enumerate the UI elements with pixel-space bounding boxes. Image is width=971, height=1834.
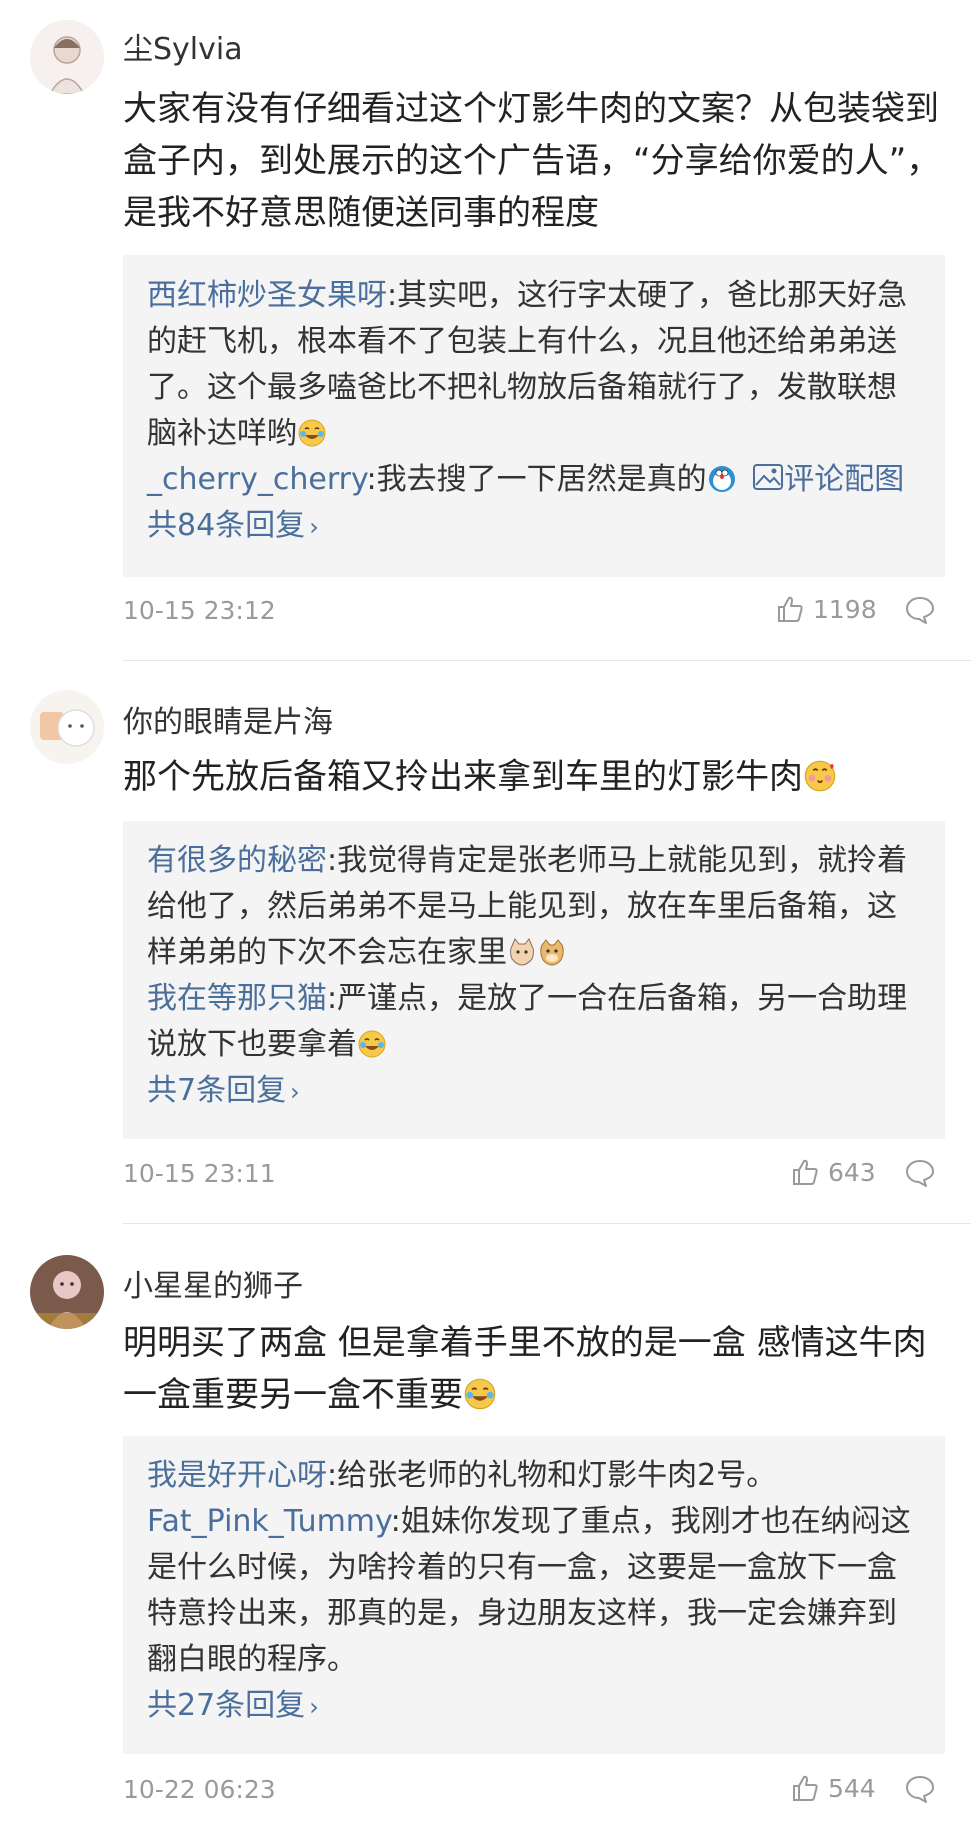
timestamp: 10-15 23:11 [123,1159,276,1188]
reply-username[interactable]: 西红柿炒圣女果呀 [147,278,387,313]
avatar-image-icon [30,690,104,764]
divider [123,660,971,661]
more-replies-link[interactable]: 共84条回复 › [123,503,945,550]
reply-bubble-icon[interactable] [904,595,936,625]
laugh-cry-emoji-icon [464,1378,496,1410]
reply-text: :我去搜了一下居然是真的 [366,462,707,497]
love-kiss-emoji-icon [804,760,836,792]
timestamp: 10-15 23:12 [123,596,276,625]
avatar-image-icon [30,1255,104,1329]
reply-box[interactable]: 有很多的秘密:我觉得肯定是张老师马上就能见到，就拎着给他了，然后弟弟不是马上能见… [123,821,945,1139]
like-count: 1198 [813,594,877,624]
reply-item[interactable]: 西红柿炒圣女果呀:其实吧，这行字太硬了，爸比那天好急的赶飞机，根本看不了包装上有… [123,273,945,457]
avatar[interactable] [30,690,104,764]
more-replies-label: 共27条回复 [147,1688,306,1723]
like-count: 544 [828,1773,876,1803]
comment-body-text: 那个先放后备箱又拎出来拿到车里的灯影牛肉 [123,757,803,797]
timestamp: 10-22 06:23 [123,1775,276,1804]
like-button[interactable]: 643 [790,1157,876,1187]
image-icon [753,464,784,490]
avatar[interactable] [30,20,104,94]
username[interactable]: 你的眼睛是片海 [123,697,333,741]
comment-body: 那个先放后备箱又拎出来拿到车里的灯影牛肉 [123,751,943,803]
avatar[interactable] [30,1255,104,1329]
reply-item[interactable]: 我是好开心呀:给张老师的礼物和灯影牛肉2号。 [123,1453,945,1499]
reply-item[interactable]: 我在等那只猫:严谨点，是放了一合在后备箱，另一合助理说放下也要拿着 [123,976,945,1068]
comment-body-text: 明明买了两盒 但是拿着手里不放的是一盒 感情这牛肉一盒重要另一盒不重要 [123,1323,927,1415]
reply-bubble-icon[interactable] [904,1158,936,1188]
like-count: 643 [828,1157,876,1187]
more-replies-label: 共7条回复 [147,1073,287,1108]
reply-item[interactable]: Fat_Pink_Tummy:姐妹你发现了重点，我刚才也在纳闷这是什么时候，为啥… [123,1499,945,1683]
reply-username[interactable]: _cherry_cherry [147,462,367,497]
cat-emoji-icon [510,938,534,966]
chevron-right-icon: › [309,1693,319,1721]
more-replies-label: 共84条回复 [147,508,306,543]
comment-image-label: 评论配图 [784,462,905,497]
username[interactable]: 尘Sylvia [123,24,243,68]
avatar-image-icon [30,20,104,94]
reply-item[interactable]: _cherry_cherry:我去搜了一下居然是真的 评论配图 [123,457,945,503]
reply-username[interactable]: Fat_Pink_Tummy [147,1504,391,1539]
reply-box[interactable]: 西红柿炒圣女果呀:其实吧，这行字太硬了，爸比那天好急的赶飞机，根本看不了包装上有… [123,255,945,577]
thumb-up-icon [793,1159,818,1185]
like-button[interactable]: 544 [790,1773,876,1803]
reply-bubble-icon[interactable] [904,1774,936,1804]
doraemon-emoji-icon [708,466,735,492]
reply-username[interactable]: 我是好开心呀 [147,1458,327,1493]
laugh-cry-emoji-icon [298,419,326,447]
like-button[interactable]: 1198 [775,594,877,624]
more-replies-link[interactable]: 共7条回复 › [123,1068,945,1115]
thumb-up-icon [793,1775,818,1801]
laugh-cry-emoji-icon [358,1030,386,1058]
reply-username[interactable]: 我在等那只猫 [147,981,327,1016]
comment-body: 大家有没有仔细看过这个灯影牛肉的文案？从包装袋到盒子内，到处展示的这个广告语，“… [123,89,941,233]
comment-image-link[interactable]: 评论配图 [746,462,904,497]
comment-body: 明明买了两盒 但是拿着手里不放的是一盒 感情这牛肉一盒重要另一盒不重要 [123,1317,943,1421]
reply-username[interactable]: 有很多的秘密 [147,843,327,878]
thumb-up-icon [778,596,803,622]
more-replies-link[interactable]: 共27条回复 › [123,1683,945,1730]
chevron-right-icon: › [290,1078,300,1106]
reply-text: :给张老师的礼物和灯影牛肉2号。 [327,1458,777,1493]
chevron-right-icon: › [309,513,319,541]
username[interactable]: 小星星的狮子 [123,1261,303,1305]
divider [123,1223,971,1224]
reply-box[interactable]: 我是好开心呀:给张老师的礼物和灯影牛肉2号。 Fat_Pink_Tummy:姐妹… [123,1436,945,1754]
doge-emoji-icon [540,939,564,966]
reply-item[interactable]: 有很多的秘密:我觉得肯定是张老师马上就能见到，就拎着给他了，然后弟弟不是马上能见… [123,838,945,976]
